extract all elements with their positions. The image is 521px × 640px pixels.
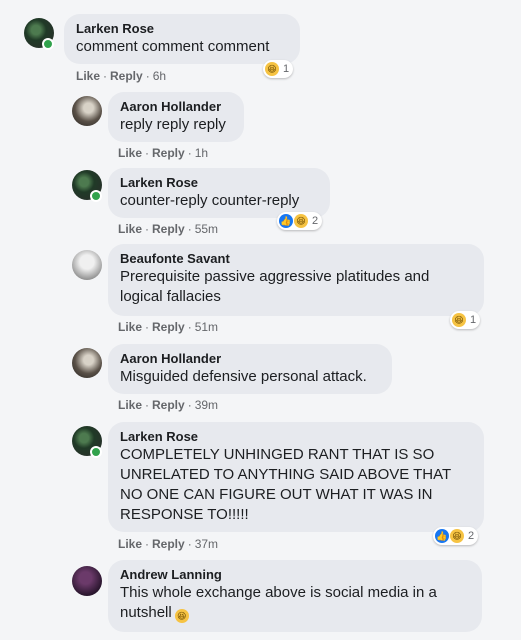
comment-time[interactable]: 55m — [195, 222, 218, 236]
comment-text: reply reply reply — [120, 116, 226, 133]
online-status-icon — [90, 446, 102, 458]
comment-bubble: Aaron Hollander Misguided defensive pers… — [108, 344, 392, 394]
comment-text-line: RESPONSE TO!!!!! — [120, 506, 249, 523]
comment-author[interactable]: Aaron Hollander — [120, 351, 380, 367]
reply-button[interactable]: Reply — [152, 146, 185, 160]
reply-button[interactable]: Reply — [152, 398, 185, 412]
like-button[interactable]: Like — [76, 69, 100, 83]
reaction-summary[interactable]: 😆 1 — [450, 311, 481, 329]
comment-text-line: logical fallacies — [120, 288, 221, 305]
like-icon: 👍 — [279, 214, 293, 228]
haha-icon: 😆 — [450, 529, 464, 543]
comment-bubble: Larken Rose COMPLETELY UNHINGED RANT THA… — [108, 422, 484, 532]
reply-button[interactable]: Reply — [152, 222, 185, 236]
comment-bubble: Beaufonte Savant Prerequisite passive ag… — [108, 244, 484, 316]
comment-bubble: Larken Rose counter-reply counter-reply — [108, 168, 330, 218]
comment-text-line: COMPLETELY UNHINGED RANT THAT IS SO — [120, 446, 435, 463]
comment-bubble: Andrew Lanning This whole exchange above… — [108, 560, 482, 632]
comment-time[interactable]: 6h — [153, 69, 166, 83]
haha-icon: 😆 — [452, 313, 466, 327]
comment-actions: Like · Reply · 39m — [118, 398, 219, 412]
comment-text-line: UNRELATED TO ANYTHING SAID ABOVE THAT — [120, 466, 452, 483]
comment-text: nutshell — [120, 604, 172, 621]
avatar[interactable] — [72, 250, 102, 280]
comment-time[interactable]: 37m — [195, 537, 218, 551]
haha-icon: 😆 — [294, 214, 308, 228]
comment-actions: Like · Reply · 37m — [118, 537, 219, 551]
comment-text: counter-reply counter-reply — [120, 192, 300, 209]
reaction-summary[interactable]: 👍 😆 2 — [277, 212, 323, 230]
reaction-count: 2 — [468, 530, 475, 542]
reaction-count: 1 — [283, 63, 290, 75]
comment-time[interactable]: 51m — [195, 320, 218, 334]
comment-author[interactable]: Larken Rose — [120, 429, 472, 445]
reaction-summary[interactable]: 😆 1 — [263, 60, 294, 78]
like-button[interactable]: Like — [118, 146, 142, 160]
like-button[interactable]: Like — [118, 537, 142, 551]
comment-text: Misguided defensive personal attack. — [120, 368, 367, 385]
reaction-count: 2 — [312, 215, 319, 227]
comment-time[interactable]: 1h — [195, 146, 208, 160]
avatar[interactable] — [72, 96, 102, 126]
comment-actions: Like · Reply · 51m — [118, 320, 219, 334]
avatar[interactable] — [72, 566, 102, 596]
reply-button[interactable]: Reply — [110, 69, 143, 83]
comment-author[interactable]: Andrew Lanning — [120, 567, 470, 583]
comment-text-line: nutshell 😆 — [120, 603, 470, 623]
haha-icon: 😆 — [265, 62, 279, 76]
reaction-count: 1 — [470, 314, 477, 326]
comment-time[interactable]: 39m — [195, 398, 218, 412]
comment-thread: Larken Rose comment comment comment 😆 1 … — [0, 0, 521, 640]
haha-icon: 😆 — [174, 609, 189, 623]
like-icon: 👍 — [435, 529, 449, 543]
comment-author[interactable]: Larken Rose — [76, 21, 288, 37]
comment-text: comment comment comment — [76, 38, 270, 55]
like-button[interactable]: Like — [118, 320, 142, 334]
comment-text-line: Prerequisite passive aggressive platitud… — [120, 268, 430, 285]
like-button[interactable]: Like — [118, 398, 142, 412]
comment-text-line: NO ONE CAN FIGURE OUT WHAT IT WAS IN — [120, 486, 433, 503]
comment-actions: Like · Reply · 55m — [118, 222, 219, 236]
comment-actions: Like · Reply · 1h — [118, 146, 209, 160]
reply-button[interactable]: Reply — [152, 320, 185, 334]
avatar[interactable] — [72, 348, 102, 378]
comment-actions: Like · Reply · 6h — [76, 69, 167, 83]
comment-bubble: Larken Rose comment comment comment — [64, 14, 300, 64]
like-button[interactable]: Like — [118, 222, 142, 236]
comment-author[interactable]: Larken Rose — [120, 175, 318, 191]
comment-text-line: This whole exchange above is social medi… — [120, 584, 437, 601]
comment-author[interactable]: Aaron Hollander — [120, 99, 232, 115]
reaction-summary[interactable]: 👍 😆 2 — [433, 527, 479, 545]
comment-author[interactable]: Beaufonte Savant — [120, 251, 472, 267]
online-status-icon — [42, 38, 54, 50]
comment-bubble: Aaron Hollander reply reply reply — [108, 92, 244, 142]
online-status-icon — [90, 190, 102, 202]
reply-button[interactable]: Reply — [152, 537, 185, 551]
